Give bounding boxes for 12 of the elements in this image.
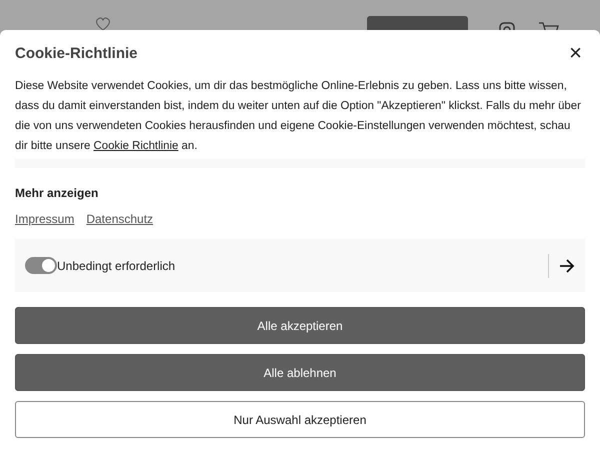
close-button[interactable]: × — [566, 40, 585, 66]
arrow-right-icon[interactable] — [559, 258, 575, 272]
consent-button[interactable]: Alle akzeptieren — [15, 307, 585, 344]
show-more-heading[interactable]: Mehr anzeigen — [15, 186, 585, 200]
footer-link[interactable]: Impressum — [15, 212, 74, 226]
toggle-switch[interactable] — [25, 257, 57, 274]
dialog-title: Cookie-Richtlinie — [15, 44, 138, 62]
accept-selection-button[interactable]: Nur Auswahl akzeptieren — [15, 401, 585, 438]
cookie-policy-link[interactable]: Cookie Richtlinie — [94, 140, 178, 152]
footer-link[interactable]: Datenschutz — [86, 212, 154, 226]
category-label: Unbedingt erforderlich — [57, 258, 176, 272]
consent-button[interactable]: Alle ablehnen — [15, 354, 585, 391]
